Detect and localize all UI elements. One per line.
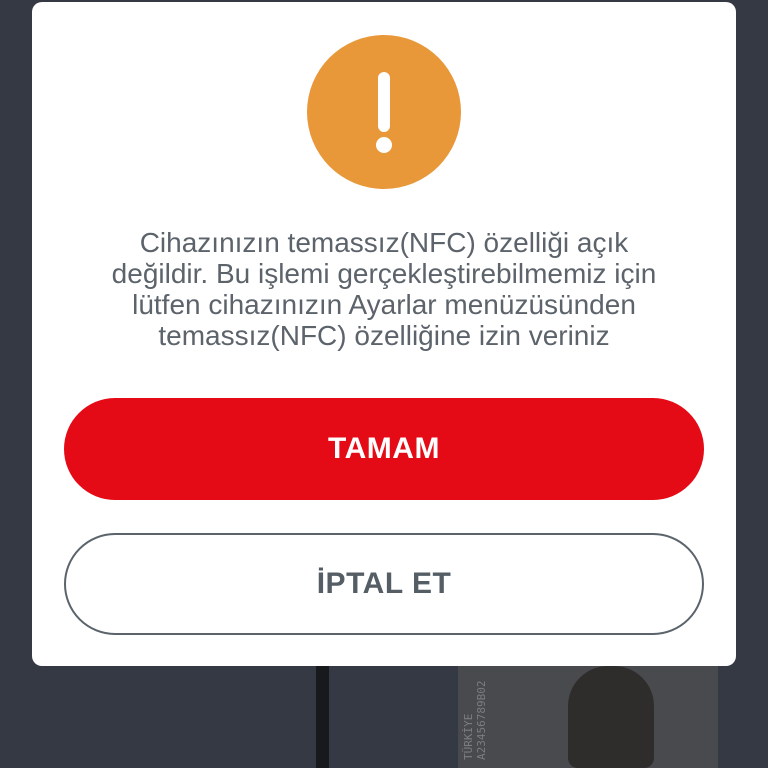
background-id-card-text: TÜRKİYE A23456789B02 <box>462 680 488 760</box>
cancel-button[interactable]: İPTAL ET <box>64 533 704 635</box>
background-id-photo <box>568 666 654 768</box>
exclamation-icon <box>307 35 461 189</box>
exclamation-dot <box>376 137 392 153</box>
background-camera-view: TÜRKİYE A23456789B02 <box>0 660 768 768</box>
nfc-alert-dialog: Cihazınızın temassız(NFC) özelliği açık … <box>32 2 736 666</box>
ok-button[interactable]: TAMAM <box>64 398 704 500</box>
exclamation-bar <box>378 72 390 132</box>
background-device-edge <box>316 660 329 768</box>
alert-message: Cihazınızın temassız(NFC) özelliği açık … <box>111 227 657 351</box>
